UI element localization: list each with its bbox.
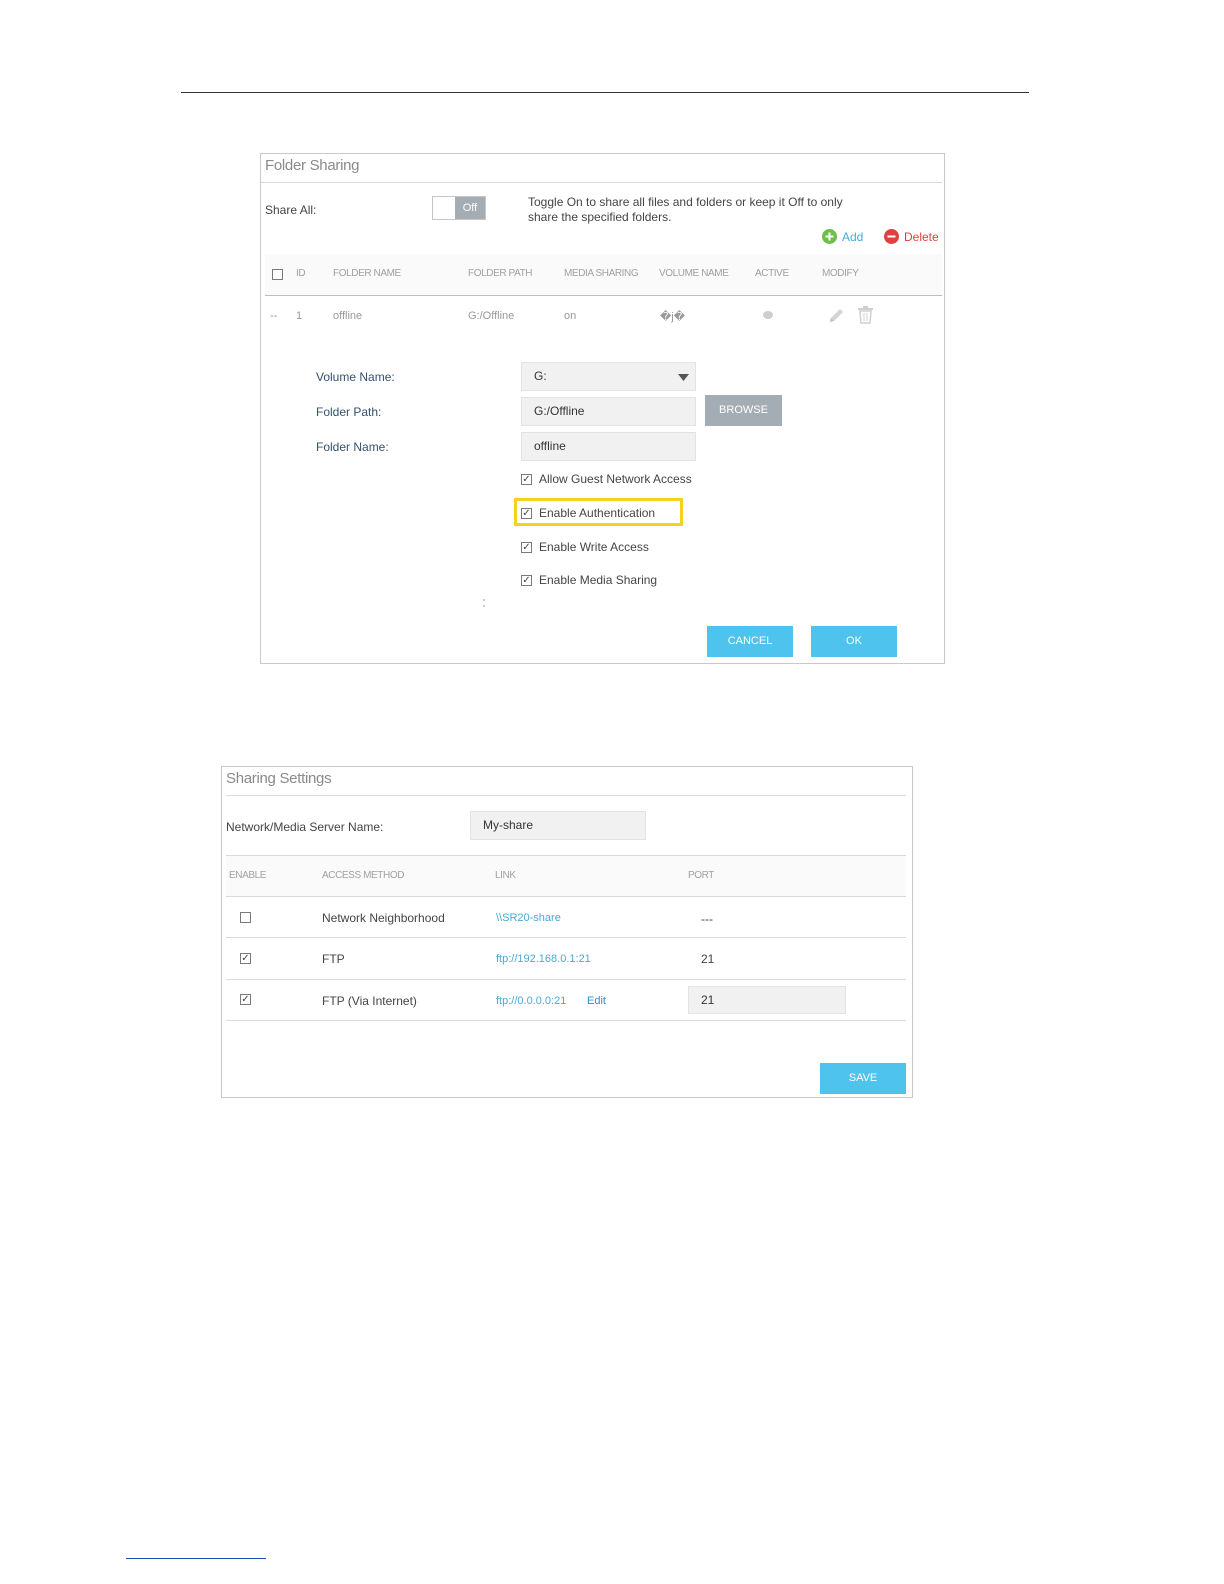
browse-button[interactable]: BROWSE	[705, 395, 782, 426]
sharing-title-divider	[226, 795, 906, 796]
write-access-label: Enable Write Access	[539, 540, 649, 554]
folder-path-value: G:/Offline	[534, 404, 585, 418]
row-divider	[226, 937, 906, 938]
folder-name-input[interactable]: offline	[521, 432, 696, 461]
scroll-dot	[483, 605, 485, 607]
row-divider	[226, 979, 906, 980]
delete-label: Delete	[904, 229, 939, 244]
folder-path-label: Folder Path:	[316, 405, 382, 419]
save-button[interactable]: SAVE	[820, 1063, 906, 1094]
col-modify: MODIFY	[822, 268, 859, 279]
col-active: ACTIVE	[755, 268, 789, 279]
port-network-neighborhood: ---	[701, 912, 713, 926]
row-divider	[226, 1020, 906, 1021]
ok-button[interactable]: OK	[811, 626, 897, 657]
enable-ftp-internet-checkbox[interactable]: ✓	[240, 994, 251, 1005]
col-media-sharing: MEDIA SHARING	[564, 268, 639, 279]
folder-name-label: Folder Name:	[316, 440, 389, 454]
enable-ftp-checkbox[interactable]: ✓	[240, 953, 251, 964]
enable-network-neighborhood-checkbox[interactable]	[240, 912, 251, 923]
ftp-internet-port-input[interactable]: 21	[688, 986, 846, 1014]
cancel-button[interactable]: CANCEL	[707, 626, 793, 657]
link-ftp[interactable]: ftp://192.168.0.1:21	[496, 953, 591, 965]
add-label: Add	[842, 229, 864, 244]
col-folder-path: FOLDER PATH	[468, 268, 533, 279]
method-network-neighborhood: Network Neighborhood	[322, 911, 445, 925]
row-id: 1	[296, 310, 303, 322]
edit-link[interactable]: Edit	[587, 995, 606, 1007]
method-ftp: FTP	[322, 952, 345, 966]
guest-access-checkbox[interactable]: ✓	[521, 473, 532, 485]
add-icon	[822, 229, 837, 244]
share-all-label: Share All:	[265, 203, 317, 217]
guest-access-label: Allow Guest Network Access	[539, 472, 692, 486]
header-rule	[181, 92, 1029, 93]
col-folder-name: FOLDER NAME	[333, 268, 401, 279]
server-name-input[interactable]: My-share	[470, 811, 646, 840]
share-all-toggle[interactable]: Off	[432, 196, 486, 220]
chevron-down-icon	[678, 374, 689, 381]
volume-name-select[interactable]: G:	[521, 362, 696, 391]
col-enable: ENABLE	[229, 870, 267, 881]
method-ftp-internet: FTP (Via Internet)	[322, 994, 417, 1008]
title-divider	[261, 182, 942, 183]
link-network-neighborhood[interactable]: \\SR20-share	[496, 912, 561, 924]
active-dot-icon	[763, 311, 773, 319]
port-ftp: 21	[701, 952, 715, 966]
trash-icon[interactable]	[857, 306, 874, 324]
col-id: ID	[296, 268, 306, 279]
select-all-checkbox[interactable]	[272, 269, 283, 280]
folder-path-input[interactable]: G:/Offline	[521, 397, 696, 426]
row-folder-name: offline	[333, 310, 363, 322]
folder-name-value: offline	[534, 439, 566, 453]
col-link: LINK	[495, 870, 516, 881]
col-access-method: ACCESS METHOD	[322, 870, 405, 881]
edit-pencil-icon[interactable]	[828, 307, 845, 324]
link-ftp-internet[interactable]: ftp://0.0.0.0:21	[496, 995, 566, 1007]
toggle-hint-line1: Toggle On to share all files and folders…	[528, 195, 843, 209]
server-name-value: My-share	[483, 818, 534, 832]
footer-link-rule	[126, 1558, 266, 1559]
option-guest-access[interactable]: ✓ Allow Guest Network Access	[521, 472, 692, 486]
add-button[interactable]: Add	[822, 229, 863, 244]
option-write-access[interactable]: ✓ Enable Write Access	[521, 540, 649, 554]
media-sharing-label: Enable Media Sharing	[539, 573, 658, 587]
row-media-sharing: on	[564, 310, 577, 322]
port-ftp-internet: 21	[701, 993, 715, 1007]
col-port: PORT	[688, 870, 714, 881]
delete-icon	[884, 229, 899, 244]
sharing-settings-title: Sharing Settings	[226, 770, 332, 787]
row-volume-name: �j�	[660, 311, 686, 323]
option-media-sharing[interactable]: ✓ Enable Media Sharing	[521, 573, 657, 587]
table-header-divider	[265, 295, 942, 296]
delete-button[interactable]: Delete	[884, 229, 939, 244]
volume-name-value: G:	[534, 369, 547, 383]
authentication-highlight	[514, 498, 683, 526]
toggle-hint-line2: share the specified folders.	[528, 210, 672, 224]
toggle-state: Off	[455, 197, 485, 219]
access-header-divider	[226, 896, 906, 897]
col-volume-name: VOLUME NAME	[659, 268, 729, 279]
write-access-checkbox[interactable]: ✓	[521, 541, 532, 553]
volume-name-label: Volume Name:	[316, 370, 395, 384]
toggle-knob	[433, 197, 456, 219]
folder-sharing-title: Folder Sharing	[265, 157, 360, 174]
row-folder-path: G:/Offline	[468, 310, 515, 322]
media-sharing-checkbox[interactable]: ✓	[521, 574, 532, 586]
row-marker: --	[270, 310, 278, 322]
server-name-label: Network/Media Server Name:	[226, 820, 384, 834]
scroll-dot	[483, 599, 485, 601]
